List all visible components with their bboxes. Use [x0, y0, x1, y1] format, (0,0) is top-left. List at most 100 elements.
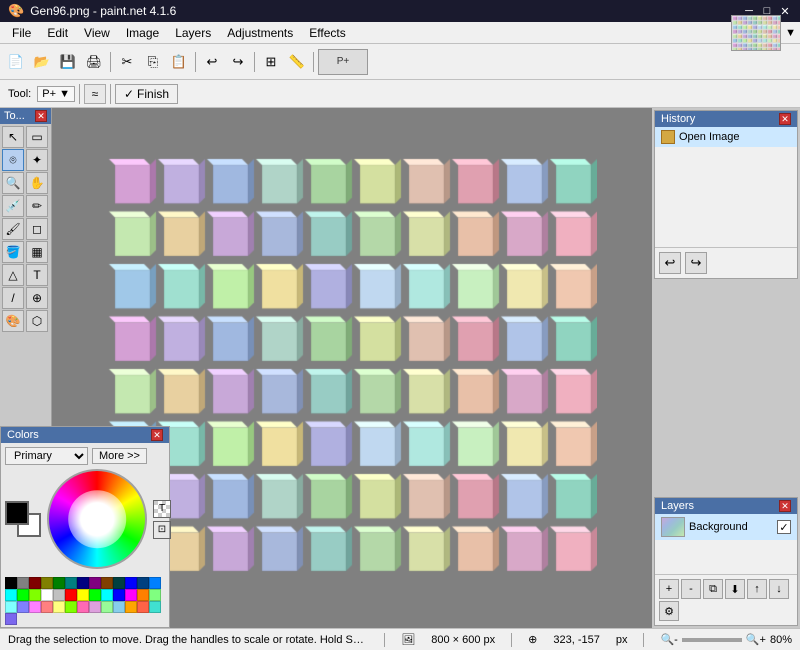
palette-color-27[interactable]	[17, 601, 29, 613]
redo-button[interactable]: ↪	[226, 50, 250, 74]
cut-button[interactable]: ✂	[115, 50, 139, 74]
tool-options[interactable]: P+	[318, 49, 368, 75]
tool-line[interactable]: /	[2, 287, 24, 309]
tool-zoom[interactable]: 🔍	[2, 172, 24, 194]
palette-color-30[interactable]	[53, 601, 65, 613]
palette-color-19[interactable]	[77, 589, 89, 601]
palette-color-12[interactable]	[149, 577, 161, 589]
zoom-slider[interactable]	[682, 638, 742, 642]
palette-color-0[interactable]	[5, 577, 17, 589]
thumbnail-arrow[interactable]: ▼	[785, 27, 796, 39]
palette-color-34[interactable]	[101, 601, 113, 613]
open-button[interactable]: 📂	[30, 50, 54, 74]
add-layer-button[interactable]: +	[659, 579, 679, 599]
menu-layers[interactable]: Layers	[167, 24, 219, 42]
palette-color-36[interactable]	[125, 601, 137, 613]
colors-panel-close[interactable]: ✕	[151, 429, 163, 441]
color-extra-2[interactable]: ⊡	[153, 521, 171, 539]
tool-clone[interactable]: ⊕	[26, 287, 48, 309]
finish-button[interactable]: ✓ Finish	[115, 84, 178, 104]
history-panel-close[interactable]: ✕	[779, 113, 791, 125]
palette-color-26[interactable]	[5, 601, 17, 613]
tool-eyedropper[interactable]: 💉	[2, 195, 24, 217]
paste-button[interactable]: 📋	[167, 50, 191, 74]
copy-button[interactable]: ⎘	[141, 50, 165, 74]
merge-layer-button[interactable]: ⬇	[725, 579, 745, 599]
more-colors-button[interactable]: More >>	[92, 448, 147, 464]
layers-panel-close[interactable]: ✕	[779, 500, 791, 512]
undo-history-button[interactable]: ↩	[659, 252, 681, 274]
tools-panel-close[interactable]: ✕	[35, 110, 47, 122]
tool-text[interactable]: T	[26, 264, 48, 286]
history-item[interactable]: Open Image	[655, 127, 797, 147]
antialiasing-toggle[interactable]: ≈	[84, 84, 106, 104]
transparency-toggle[interactable]: T	[153, 500, 171, 518]
tool-pan[interactable]: ✋	[26, 172, 48, 194]
tool-select-lasso[interactable]: ⌾	[2, 149, 24, 171]
palette-color-13[interactable]	[5, 589, 17, 601]
palette-color-18[interactable]	[65, 589, 77, 601]
layer-down-button[interactable]: ↓	[769, 579, 789, 599]
palette-color-7[interactable]	[89, 577, 101, 589]
color-mode-select[interactable]: Primary Secondary	[5, 447, 88, 465]
tool-arrow[interactable]: ↖	[2, 126, 24, 148]
zoom-in-btn[interactable]: 🔍+	[746, 633, 766, 646]
palette-color-10[interactable]	[125, 577, 137, 589]
ruler-button[interactable]: 📏	[285, 50, 309, 74]
palette-color-9[interactable]	[113, 577, 125, 589]
palette-color-39[interactable]	[5, 613, 17, 625]
color-wheel-cursor[interactable]	[92, 519, 100, 527]
new-button[interactable]: 📄	[4, 50, 28, 74]
color-wheel[interactable]	[47, 469, 147, 569]
tool-extra[interactable]: ⬡	[26, 310, 48, 332]
tool-recolor[interactable]: 🎨	[2, 310, 24, 332]
palette-color-37[interactable]	[137, 601, 149, 613]
palette-color-15[interactable]	[29, 589, 41, 601]
palette-color-5[interactable]	[65, 577, 77, 589]
palette-color-31[interactable]	[65, 601, 77, 613]
delete-layer-button[interactable]: -	[681, 579, 701, 599]
redo-history-button[interactable]: ↪	[685, 252, 707, 274]
grid-button[interactable]: ⊞	[259, 50, 283, 74]
tool-shape[interactable]: △	[2, 264, 24, 286]
palette-color-24[interactable]	[137, 589, 149, 601]
palette-color-25[interactable]	[149, 589, 161, 601]
layer-visibility-check[interactable]: ✓	[777, 520, 791, 534]
palette-color-14[interactable]	[17, 589, 29, 601]
palette-color-11[interactable]	[137, 577, 149, 589]
palette-color-28[interactable]	[29, 601, 41, 613]
palette-color-16[interactable]	[41, 589, 53, 601]
main-canvas[interactable]	[107, 157, 597, 577]
layer-up-button[interactable]: ↑	[747, 579, 767, 599]
menu-view[interactable]: View	[76, 24, 118, 42]
print-button[interactable]: 🖨	[82, 50, 106, 74]
tool-select-rect[interactable]: ▭	[26, 126, 48, 148]
palette-color-8[interactable]	[101, 577, 113, 589]
palette-color-23[interactable]	[125, 589, 137, 601]
palette-color-38[interactable]	[149, 601, 161, 613]
tool-eraser[interactable]: ◻	[26, 218, 48, 240]
tool-select-magic[interactable]: ✦	[26, 149, 48, 171]
menu-effects[interactable]: Effects	[301, 24, 353, 42]
palette-color-29[interactable]	[41, 601, 53, 613]
save-button[interactable]: 💾	[56, 50, 80, 74]
tool-pencil[interactable]: ✏	[26, 195, 48, 217]
palette-color-4[interactable]	[53, 577, 65, 589]
menu-adjustments[interactable]: Adjustments	[219, 24, 301, 42]
palette-color-22[interactable]	[113, 589, 125, 601]
menu-edit[interactable]: Edit	[39, 24, 76, 42]
menu-image[interactable]: Image	[118, 24, 167, 42]
foreground-color-swatch[interactable]	[5, 501, 29, 525]
tool-gradient[interactable]: ▦	[26, 241, 48, 263]
layer-item[interactable]: Background ✓	[655, 514, 797, 540]
palette-color-20[interactable]	[89, 589, 101, 601]
zoom-out-btn[interactable]: 🔍-	[660, 633, 677, 646]
tool-bucket[interactable]: 🪣	[2, 241, 24, 263]
menu-file[interactable]: File	[4, 24, 39, 42]
palette-color-3[interactable]	[41, 577, 53, 589]
palette-color-35[interactable]	[113, 601, 125, 613]
duplicate-layer-button[interactable]: ⧉	[703, 579, 723, 599]
palette-color-17[interactable]	[53, 589, 65, 601]
tool-paintbrush[interactable]: 🖌	[2, 218, 24, 240]
palette-color-32[interactable]	[77, 601, 89, 613]
